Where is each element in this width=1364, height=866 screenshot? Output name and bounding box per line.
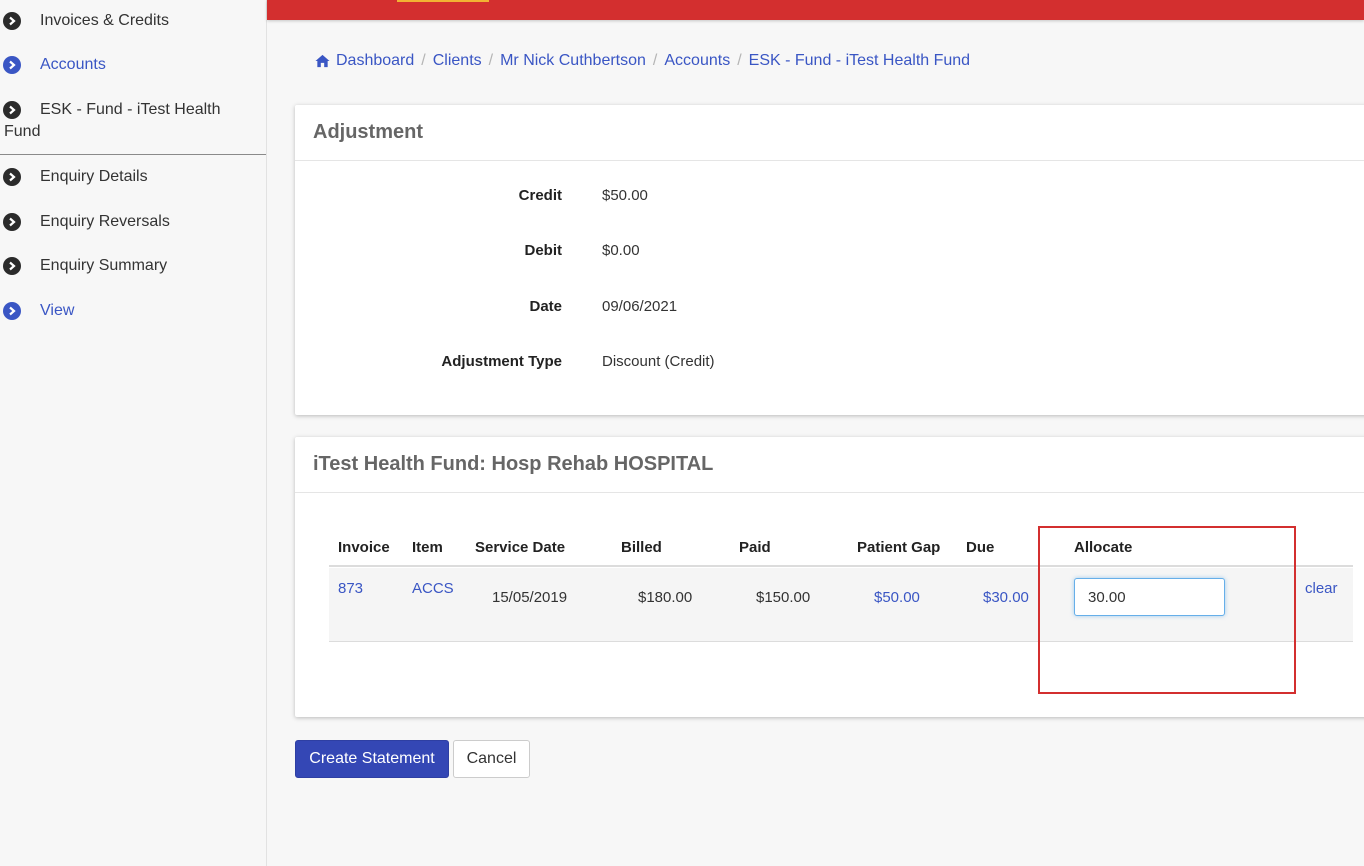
breadcrumb-separator: / <box>488 52 494 69</box>
detail-label: Date <box>529 298 562 315</box>
sidebar-item-label: Enquiry Reversals <box>40 213 170 230</box>
allocation-panel-title: iTest Health Fund: Hosp Rehab HOSPITAL <box>295 437 1364 493</box>
allocate-input[interactable] <box>1074 578 1225 616</box>
breadcrumb-separator: / <box>737 52 742 69</box>
billed-cell: $180.00 <box>638 589 693 606</box>
sidebar-item-label: ESK - Fund - iTest Health Fund <box>4 101 221 140</box>
sidebar-item-label: Invoices & Credits <box>40 12 169 29</box>
column-header-billed: Billed <box>621 539 662 556</box>
adjustment-panel-title: Adjustment <box>295 105 1364 161</box>
breadcrumb-client-name[interactable]: Mr Nick Cuthbertson <box>500 52 646 70</box>
breadcrumb-fund[interactable]: ESK - Fund - iTest Health Fund <box>749 52 970 70</box>
sidebar-item-label: Enquiry Summary <box>40 257 168 274</box>
active-nav-indicator <box>397 0 489 2</box>
sidebar: Invoices & Credits Accounts ESK - Fund -… <box>0 0 267 866</box>
sidebar-item-label: View <box>40 302 75 319</box>
table-header: Invoice Item Service Date Billed Paid Pa… <box>329 537 1353 567</box>
sidebar-divider <box>0 154 266 155</box>
column-header-item: Item <box>412 539 443 556</box>
chevron-right-circle-icon <box>3 302 21 320</box>
detail-value: 09/06/2021 <box>602 298 678 315</box>
clear-link[interactable]: clear <box>1305 580 1338 597</box>
breadcrumb-separator: / <box>652 52 658 69</box>
chevron-right-circle-icon <box>3 213 21 231</box>
detail-value: $0.00 <box>602 242 640 259</box>
column-header-due: Due <box>966 539 995 556</box>
allocation-panel: iTest Health Fund: Hosp Rehab HOSPITAL I… <box>295 437 1364 717</box>
column-header-paid: Paid <box>739 539 771 556</box>
service-date-cell: 15/05/2019 <box>492 589 568 606</box>
breadcrumb-clients[interactable]: Clients <box>433 52 482 70</box>
column-header-invoice: Invoice <box>338 539 390 556</box>
item-link[interactable]: ACCS <box>412 580 454 597</box>
home-icon <box>315 54 330 68</box>
adjustment-panel: Adjustment Credit $50.00 Debit $0.00 Dat… <box>295 105 1364 415</box>
chevron-right-circle-icon <box>3 168 21 186</box>
breadcrumb: Dashboard / Clients / Mr Nick Cuthbertso… <box>315 52 970 70</box>
detail-label: Adjustment Type <box>441 353 562 370</box>
chevron-right-circle-icon <box>3 56 21 74</box>
table-row: 873 ACCS 15/05/2019 $180.00 $150.00 $50.… <box>329 568 1353 642</box>
breadcrumb-accounts[interactable]: Accounts <box>664 52 730 70</box>
detail-label: Credit <box>518 187 562 204</box>
patient-gap-link[interactable]: $50.00 <box>874 589 920 606</box>
chevron-right-circle-icon <box>3 12 21 30</box>
column-header-allocate: Allocate <box>1074 539 1133 556</box>
column-header-service-date: Service Date <box>475 539 566 556</box>
breadcrumb-separator: / <box>421 52 426 69</box>
top-navbar <box>267 0 1364 20</box>
cancel-button[interactable]: Cancel <box>453 740 530 778</box>
sidebar-item-label: Accounts <box>40 56 106 73</box>
sidebar-item-label: Enquiry Details <box>40 168 148 185</box>
invoice-link[interactable]: 873 <box>338 580 363 597</box>
paid-cell: $150.00 <box>756 589 811 606</box>
detail-label: Debit <box>524 242 563 259</box>
breadcrumb-dashboard[interactable]: Dashboard <box>336 52 414 70</box>
detail-value: Discount (Credit) <box>602 353 715 370</box>
detail-value: $50.00 <box>602 187 648 204</box>
chevron-right-circle-icon <box>3 257 21 275</box>
due-link[interactable]: $30.00 <box>983 589 1029 606</box>
column-header-patient-gap: Patient Gap <box>857 539 941 556</box>
create-statement-button[interactable]: Create Statement <box>295 740 449 778</box>
